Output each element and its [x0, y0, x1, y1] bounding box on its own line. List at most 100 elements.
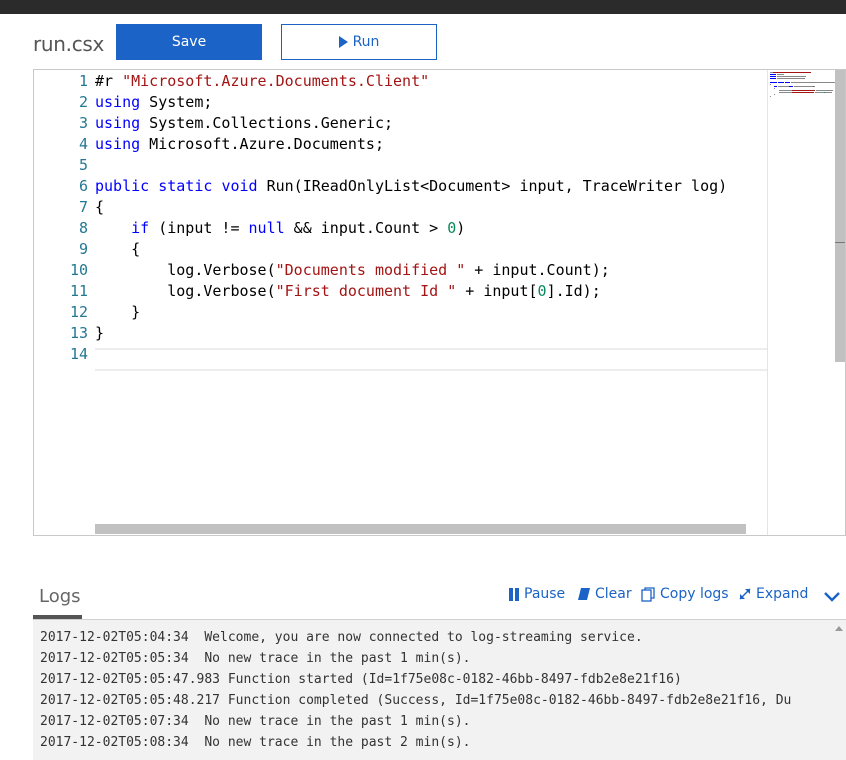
code-token: void: [221, 177, 258, 195]
code-token: ): [456, 219, 466, 237]
code-token: if: [131, 219, 150, 237]
code-token: (input !=: [149, 219, 249, 237]
clear-label: Clear: [595, 586, 632, 602]
log-line: 2017-12-02T05:05:48.217 Function complet…: [40, 693, 792, 708]
code-line[interactable]: ​: [95, 155, 767, 176]
expand-label: Expand: [756, 586, 809, 602]
copy-logs-button[interactable]: Copy logs: [641, 586, 729, 602]
minimap-line: [774, 88, 776, 89]
code-token: "Documents modified ": [275, 261, 466, 279]
chevron-down-icon[interactable]: [822, 588, 842, 604]
minimap-line: [770, 76, 776, 77]
code-token: using: [95, 135, 141, 153]
copy-icon: [641, 586, 655, 602]
code-token: 0: [447, 219, 457, 237]
code-token: #r: [95, 72, 123, 90]
scroll-up-arrow-icon[interactable]: [835, 626, 843, 631]
expand-icon: [739, 588, 751, 600]
line-number: 5: [78, 156, 88, 174]
minimap-line: [788, 86, 794, 87]
eraser-icon: [578, 588, 590, 600]
code-token: }: [95, 303, 141, 321]
minimap[interactable]: [767, 70, 845, 535]
pause-button[interactable]: Pause: [509, 586, 565, 602]
code-token: static: [158, 177, 213, 195]
minimap-line: [770, 74, 776, 75]
code-line[interactable]: }: [95, 323, 767, 344]
minimap-line: [792, 92, 814, 93]
line-number-gutter: 1 2 3 4 5 6 7 8 9 10 11 12 13 14: [34, 71, 88, 365]
code-line[interactable]: ​: [95, 344, 767, 365]
code-line[interactable]: {: [95, 239, 767, 260]
top-bar: [0, 0, 846, 14]
play-icon: [338, 36, 348, 48]
pause-label: Pause: [524, 586, 566, 602]
code-line[interactable]: if (input != null && input.Count > 0): [95, 218, 767, 239]
line-number: 7: [78, 198, 88, 216]
code-line[interactable]: {: [95, 197, 767, 218]
minimap-line: [777, 82, 785, 83]
minimap-line: [778, 90, 792, 91]
code-line[interactable]: log.Verbose("Documents modified " + inpu…: [95, 260, 767, 281]
line-number: 1: [78, 72, 88, 90]
line-number: 11: [69, 282, 88, 300]
code-token: "Microsoft.Azure.Documents.Client": [122, 72, 430, 90]
expand-button[interactable]: Expand: [738, 586, 808, 602]
minimap-line: [770, 82, 777, 83]
code-token: public: [95, 177, 150, 195]
code-line[interactable]: log.Verbose("First document Id " + input…: [95, 281, 767, 302]
log-output[interactable]: 2017-12-02T05:04:34 Welcome, you are now…: [33, 620, 846, 760]
code-token: 0: [537, 282, 547, 300]
minimap-line: [825, 92, 832, 93]
code-token: && input.Count >: [284, 219, 448, 237]
horizontal-scrollbar[interactable]: [95, 524, 746, 534]
code-token: {: [95, 198, 105, 216]
minimap-line: [776, 76, 807, 77]
copy-logs-label: Copy logs: [660, 586, 729, 602]
log-line: 2017-12-02T05:07:34 No new trace in the …: [40, 714, 471, 729]
run-button[interactable]: Run: [281, 24, 437, 60]
code-token: ].Id);: [546, 282, 601, 300]
line-number: 9: [78, 240, 88, 258]
minimap-line: [770, 84, 772, 85]
logs-title: Logs: [39, 586, 81, 607]
code-token: log.Verbose(: [95, 261, 276, 279]
code-editor[interactable]: 1 2 3 4 5 6 7 8 9 10 11 12 13 14 #r "Microsoft.Azure.…: [33, 69, 846, 536]
line-number: 10: [69, 261, 88, 279]
code-line[interactable]: #r "Microsoft.Azure.Documents.Client": [95, 71, 767, 92]
scrollbar-position-marker: [835, 242, 845, 243]
file-name: run.csx: [33, 32, 105, 56]
save-button[interactable]: Save: [116, 24, 262, 60]
code-token: null: [248, 219, 285, 237]
minimap-line: [774, 86, 777, 87]
log-line: 2017-12-02T05:04:34 Welcome, you are now…: [40, 630, 643, 645]
log-line: 2017-12-02T05:08:34 No new trace in the …: [40, 735, 471, 750]
line-number: 2: [78, 93, 88, 111]
code-line[interactable]: using Microsoft.Azure.Documents;: [95, 134, 767, 155]
code-token: {: [95, 240, 141, 258]
minimap-line: [814, 86, 816, 87]
code-lines[interactable]: #r "Microsoft.Azure.Documents.Client" usi…: [95, 71, 767, 365]
minimap-line: [770, 96, 772, 97]
clear-button[interactable]: Clear: [577, 586, 632, 602]
minimap-line: [816, 90, 833, 91]
code-token: Microsoft.Azure.Documents;: [140, 135, 384, 153]
code-token: + input.Count);: [465, 261, 610, 279]
code-line[interactable]: }: [95, 302, 767, 323]
code-token: Run(IReadOnlyList<Document> input, Trace…: [257, 177, 728, 195]
line-number: 14: [69, 345, 88, 363]
minimap-line: [770, 78, 776, 79]
code-token: System.Collections.Generic;: [140, 114, 394, 132]
line-number: 4: [78, 135, 88, 153]
line-number: 13: [69, 324, 88, 342]
code-token: "First document Id ": [275, 282, 457, 300]
code-line[interactable]: public static void Run(IReadOnlyList<Doc…: [95, 176, 767, 197]
code-line[interactable]: using System;: [95, 92, 767, 113]
minimap-line: [815, 92, 824, 93]
vertical-scrollbar[interactable]: [835, 70, 845, 362]
pause-icon: [509, 587, 520, 601]
log-line: 2017-12-02T05:05:47.983 Function started…: [40, 672, 682, 687]
minimap-line: [774, 94, 776, 95]
code-line[interactable]: using System.Collections.Generic;: [95, 113, 767, 134]
